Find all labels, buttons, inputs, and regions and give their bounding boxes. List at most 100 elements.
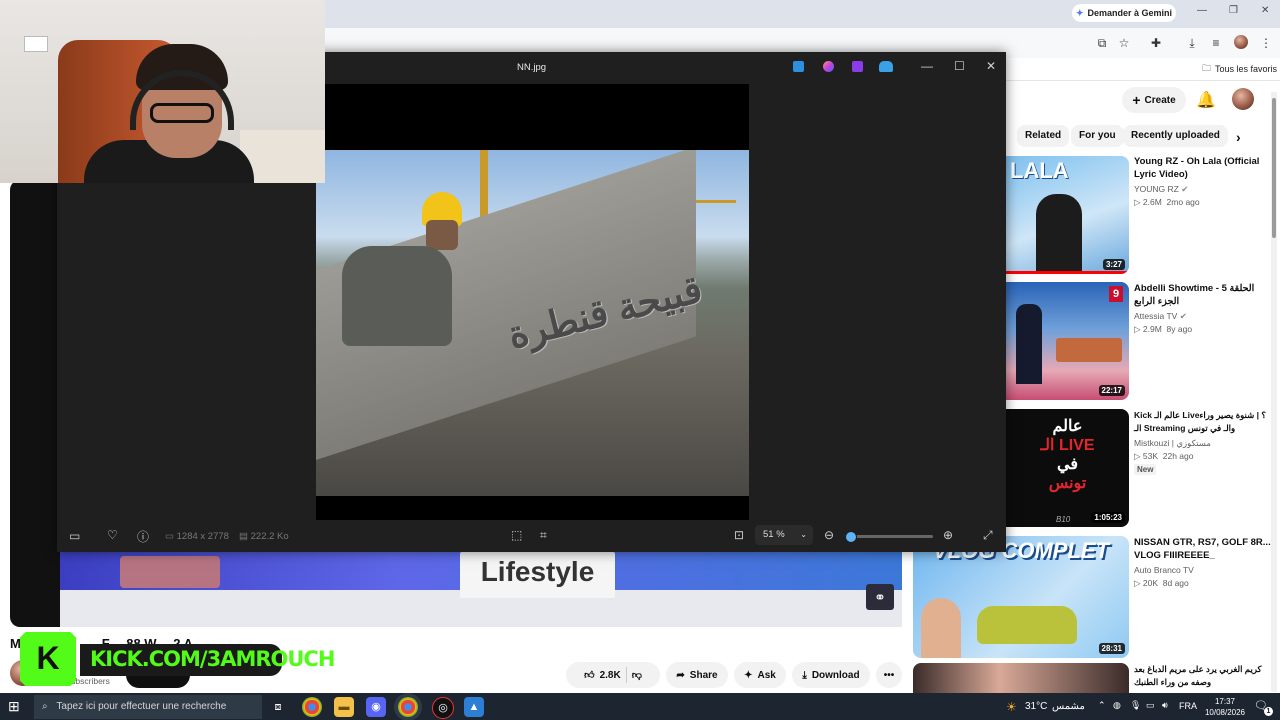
rec-channel[interactable]: Attessia TV ✔ [1134, 311, 1187, 322]
info-icon[interactable]: ⓘ [137, 528, 149, 545]
clipchamp-icon[interactable] [852, 61, 863, 72]
windows-start-icon[interactable]: ⊞ [8, 698, 20, 715]
chevron-right-icon[interactable]: › [1236, 129, 1241, 145]
like-count: 2.8K [599, 669, 621, 681]
rec-duration: 28:31 [1098, 643, 1125, 654]
fit-window-icon[interactable]: ⊡ [734, 528, 744, 542]
onedrive-icon[interactable] [879, 61, 893, 72]
rec-thumbnail-text: LALA [1010, 158, 1069, 183]
chrome-active-icon[interactable] [398, 697, 418, 717]
rec-title[interactable]: NISSAN GTR, RS7, GOLF 8R... VLOG FIIIREE… [1134, 536, 1274, 562]
zoom-slider-thumb[interactable] [845, 531, 857, 543]
rec-channel[interactable]: Mistkouzi | مستكوزي [1134, 438, 1211, 449]
kick-logo-icon: K [20, 632, 76, 686]
close-icon[interactable]: ✕ [1261, 5, 1269, 16]
rec-thumbnail[interactable]: VLOG COMPLET 28:31 [913, 536, 1129, 658]
rec-thumbnail[interactable] [913, 663, 1129, 693]
clock[interactable]: 17:37 10/08/2026 [1203, 696, 1247, 718]
task-view-icon[interactable]: ⧈ [268, 697, 288, 717]
minimize-icon[interactable]: — [921, 59, 933, 73]
language-indicator[interactable]: FRA [1179, 701, 1197, 711]
chip-recently-uploaded[interactable]: Recently uploaded [1123, 125, 1228, 147]
notification-count-badge: 1 [1264, 707, 1273, 716]
thumbs-up-icon: 👍︎ [584, 670, 595, 681]
crop-select-icon[interactable]: ⬚ [511, 528, 522, 542]
profile-avatar[interactable] [1234, 35, 1248, 49]
chip-related[interactable]: Related [1017, 125, 1070, 147]
menu-icon[interactable]: ⋮ [1258, 35, 1274, 51]
download-icon: ⤓ [802, 669, 807, 681]
edit-icon[interactable] [793, 61, 804, 72]
chip-for-you[interactable]: For you [1071, 125, 1124, 147]
photo-image: قبيحة قنطرة [316, 150, 749, 496]
close-icon[interactable]: ✕ [986, 59, 996, 73]
restore-icon[interactable]: ❐ [1229, 5, 1238, 16]
gemini-button[interactable]: ✦ Demander à Gemini [1072, 4, 1176, 22]
network-icon[interactable]: ▭ [1146, 700, 1155, 711]
image-canvas[interactable]: قبيحة قنطرة [316, 84, 749, 520]
create-label: Create [1144, 94, 1176, 106]
obs-icon[interactable]: ◎ [432, 697, 454, 719]
rec-thumbnail[interactable]: 9 22:17 [1006, 282, 1129, 400]
all-bookmarks[interactable]: 🗀 Tous les favoris [1202, 61, 1277, 77]
worker-body-image [342, 246, 452, 346]
share-icon: ➦ [676, 669, 685, 681]
maximize-icon[interactable]: ☐ [954, 59, 965, 73]
photos-app-icon[interactable]: ▲ [464, 697, 484, 717]
weather-temperature[interactable]: 31°C [1025, 701, 1047, 712]
page-scrollbar[interactable] [1271, 92, 1277, 692]
chrome-icon[interactable] [302, 697, 322, 717]
download-icon[interactable]: ⤓ [1184, 35, 1200, 51]
rec-duration: 1:05:23 [1091, 512, 1125, 523]
like-button[interactable]: 👍︎ 2.8K [584, 669, 621, 682]
filmstrip-icon[interactable]: ▭ [69, 529, 80, 543]
zoom-dropdown[interactable]: 51 % ⌄ [755, 525, 813, 545]
weather-sun-icon: ☀ [1006, 700, 1017, 714]
account-avatar[interactable] [1232, 88, 1254, 110]
visual-search-icon[interactable]: ⌗ [540, 528, 547, 543]
rec-thumbnail[interactable]: عالم الـ LIVE في تونس B10 1:05:23 [1006, 409, 1129, 527]
discord-icon[interactable]: ◉ [366, 697, 386, 717]
zoom-out-icon[interactable]: ⊖ [824, 528, 834, 542]
notifications-bell-icon[interactable]: 🔔 [1196, 90, 1216, 110]
cast-icon[interactable]: ⧉ [1094, 35, 1110, 51]
share-button[interactable]: ➦ Share [666, 662, 728, 688]
tray-app-icon[interactable]: ◍ [1113, 700, 1121, 711]
ask-button[interactable]: ✦ Ask [734, 662, 786, 688]
volume-icon[interactable]: 🔊︎ [1162, 700, 1168, 711]
minimize-icon[interactable]: — [1197, 5, 1207, 16]
kick-logo-letter: K [36, 640, 60, 676]
extensions-icon[interactable]: ✚ [1148, 35, 1164, 51]
taskbar-search[interactable]: ⌕ Tapez ici pour effectuer une recherche [34, 695, 262, 719]
rec-channel[interactable]: Auto Branco TV [1134, 565, 1194, 575]
wall-socket-image [24, 36, 48, 52]
zoom-slider[interactable] [845, 531, 933, 543]
rec-title[interactable]: Kick عالم الـ Live؟ | شنوة يصير وراء الـ… [1134, 409, 1274, 435]
video-watermark-icon: ⚭ [866, 584, 894, 610]
rec-thumbnail[interactable]: LALA 3:27 [1006, 156, 1129, 274]
more-actions-button[interactable]: ••• [876, 662, 902, 688]
download-button[interactable]: ⤓ Download [792, 662, 870, 688]
tray-chevron-up-icon[interactable]: ⌃ [1098, 700, 1106, 711]
search-icon: ⌕ [42, 701, 48, 712]
zoom-in-icon[interactable]: ⊕ [943, 528, 953, 542]
rec-title[interactable]: كريم الغربي يرد على مريم الدباغ بعد وصفه… [1134, 663, 1274, 693]
designer-icon[interactable] [823, 61, 834, 72]
worker-face-image [426, 220, 458, 250]
rec-thumbnail-logo: 9 [1109, 286, 1123, 302]
search-placeholder: Tapez ici pour effectuer une recherche [56, 701, 227, 712]
rec-thumbnail-face [921, 598, 961, 658]
dislike-button[interactable]: 👎︎ [632, 669, 642, 681]
favorite-heart-icon[interactable]: ♡ [107, 528, 118, 542]
file-explorer-icon[interactable]: ▬ [334, 697, 354, 717]
rec-title[interactable]: Abdelli Showtime - الحلقة 5 الجزء الرابع [1134, 282, 1274, 308]
weather-label[interactable]: مشمس [1052, 701, 1085, 712]
media-icon[interactable]: ≡ [1208, 35, 1224, 51]
microphone-icon[interactable]: 🎙︎ [1130, 700, 1141, 711]
bookmark-star-icon[interactable]: ☆ [1116, 35, 1132, 51]
create-button[interactable]: + Create [1122, 87, 1186, 113]
dimensions-text: ▭ 1284 x 2778 [165, 531, 229, 542]
rec-channel[interactable]: YOUNG RZ ✔ [1134, 184, 1188, 195]
rec-title[interactable]: Young RZ - Oh Lala (Official Lyric Video… [1134, 155, 1274, 181]
fullscreen-icon[interactable]: ⤢ [983, 528, 993, 543]
